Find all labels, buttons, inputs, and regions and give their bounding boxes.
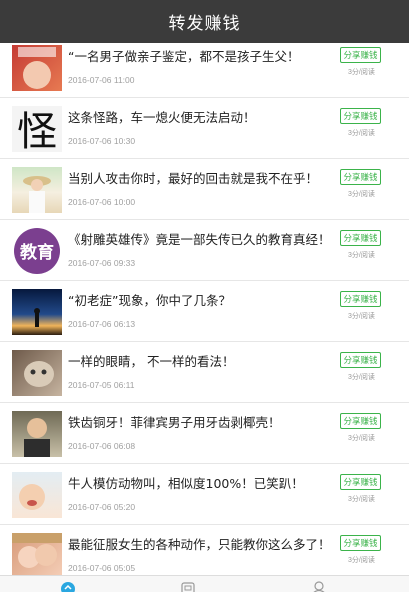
share-earn-button[interactable]: 分享赚钱: [340, 169, 381, 185]
article-date: 2016-07-06 10:30: [68, 136, 136, 146]
article-title: 铁齿铜牙！菲律宾男子用牙齿剥椰壳！: [68, 415, 281, 430]
list-item[interactable]: “一名男子做亲子鉴定，都不是孩子生父！ 2016-07-06 11:00 分享赚…: [0, 37, 409, 98]
list-item[interactable]: “初老症”现象，你中了几条？ 2016-07-06 06:13 分享赚钱 3分/…: [0, 281, 409, 342]
article-date: 2016-07-06 09:33: [68, 258, 136, 268]
article-title: 这条怪路，车一熄火便无法启动！: [68, 110, 256, 125]
share-earn-button[interactable]: 分享赚钱: [340, 413, 381, 429]
girl-in-field-thumbnail: [12, 167, 62, 213]
share-earn-button[interactable]: 分享赚钱: [340, 291, 381, 307]
reward-rate: 3分/阅读: [348, 374, 375, 381]
list-item[interactable]: 一样的眼睛， 不一样的看法！ 2016-07-05 06:11 分享赚钱 3分/…: [0, 342, 409, 403]
article-title: “一名男子做亲子鉴定，都不是孩子生父！: [68, 49, 300, 64]
thumb-badge-text: 教育: [19, 242, 54, 263]
article-date: 2016-07-06 10:00: [68, 197, 136, 207]
page-title: 转发赚钱: [168, 14, 241, 34]
reward-rate: 3分/阅读: [348, 191, 375, 198]
list-item[interactable]: 当别人攻击你时，最好的回击就是我不在乎！ 2016-07-06 10:00 分享…: [0, 159, 409, 220]
home-icon[interactable]: [60, 579, 76, 592]
article-title: “初老症”现象，你中了几条？: [68, 293, 231, 308]
share-earn-button[interactable]: 分享赚钱: [340, 108, 381, 124]
bottom-tab-bar: [0, 575, 409, 592]
share-earn-button[interactable]: 分享赚钱: [340, 230, 381, 246]
article-date: 2016-07-06 06:08: [68, 441, 136, 451]
article-title: 《射雕英雄传》竟是一部失传已久的教育真经！: [68, 232, 331, 247]
thumb-character: 怪: [17, 109, 57, 152]
article-title: 最能征服女生的各种动作，只能教你这么多了！: [68, 537, 331, 552]
reward-rate: 3分/阅读: [348, 435, 375, 442]
man-portrait-thumbnail: [12, 411, 62, 457]
reward-rate: 3分/阅读: [348, 496, 375, 503]
calligraphy-character-thumbnail: 怪: [12, 106, 62, 152]
reward-rate: 3分/阅读: [348, 130, 375, 137]
list-item[interactable]: 怪 这条怪路，车一熄火便无法启动！ 2016-07-06 10:30 分享赚钱 …: [0, 98, 409, 159]
reward-rate: 3分/阅读: [348, 313, 375, 320]
baby-photo-thumbnail: [12, 472, 62, 518]
reward-rate: 3分/阅读: [348, 252, 375, 259]
kids-kissing-thumbnail: [12, 533, 62, 579]
article-title: 当别人攻击你时，最好的回击就是我不在乎！: [68, 171, 319, 186]
reward-rate: 3分/阅读: [348, 69, 375, 76]
list-item[interactable]: 牛人模仿动物叫，相似度100%！已笑趴！ 2016-07-06 05:20 分享…: [0, 464, 409, 525]
article-date: 2016-07-06 05:05: [68, 563, 136, 573]
profile-icon[interactable]: [311, 579, 327, 592]
article-date: 2016-07-05 06:11: [68, 380, 135, 390]
cat-photo-thumbnail: [12, 350, 62, 396]
share-earn-button[interactable]: 分享赚钱: [340, 535, 381, 551]
list-item[interactable]: 铁齿铜牙！菲律宾男子用牙齿剥椰壳！ 2016-07-06 06:08 分享赚钱 …: [0, 403, 409, 464]
share-earn-button[interactable]: 分享赚钱: [340, 352, 381, 368]
share-earn-button[interactable]: 分享赚钱: [340, 474, 381, 490]
article-title: 牛人模仿动物叫，相似度100%！已笑趴！: [68, 476, 304, 491]
child-photo-thumbnail: [12, 45, 62, 91]
list-item[interactable]: 教育 《射雕英雄传》竟是一部失传已久的教育真经！ 2016-07-06 09:3…: [0, 220, 409, 281]
reward-rate: 3分/阅读: [348, 557, 375, 564]
education-badge-thumbnail: 教育: [12, 228, 62, 274]
market-icon[interactable]: [180, 579, 196, 592]
article-date: 2016-07-06 11:00: [68, 75, 135, 85]
share-earn-button[interactable]: 分享赚钱: [340, 47, 381, 63]
article-date: 2016-07-06 06:13: [68, 319, 136, 329]
sunset-silhouette-thumbnail: [12, 289, 62, 335]
article-date: 2016-07-06 05:20: [68, 502, 136, 512]
article-title: 一样的眼睛， 不一样的看法！: [68, 354, 235, 369]
